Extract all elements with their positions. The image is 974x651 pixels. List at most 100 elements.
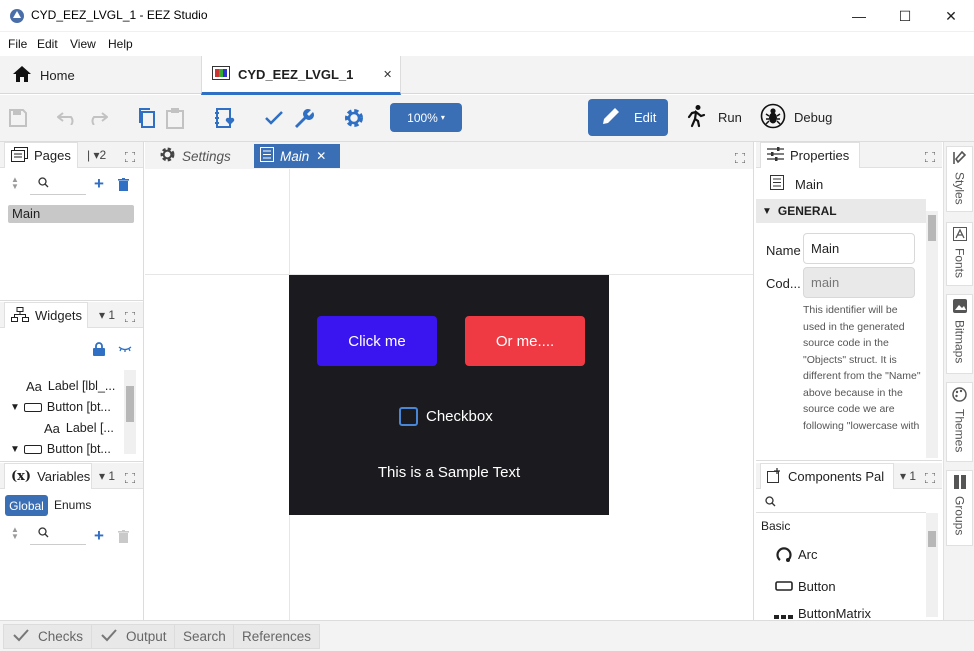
widgets-panel-tab[interactable]: Widgets [4, 302, 88, 328]
tab-settings-label: Settings [182, 148, 231, 164]
undo-icon[interactable] [57, 107, 79, 129]
page-item-main[interactable]: Main [8, 205, 134, 223]
button-matrix-icon [774, 606, 794, 620]
components-panel-tab[interactable]: Components Pal [760, 463, 894, 489]
name-field[interactable]: Main [803, 233, 915, 264]
sort-icon[interactable]: ▲ ▼ [8, 526, 22, 541]
tree-item-button[interactable]: ▼ Button [bt... [10, 439, 111, 456]
variable-x-icon: (x) [11, 469, 32, 484]
add-variable-icon[interactable]: + [92, 526, 106, 545]
menu-edit[interactable]: Edit [37, 37, 58, 51]
side-tab-fonts[interactable]: Fonts [946, 222, 973, 286]
edit-mode-button[interactable]: Edit [588, 99, 668, 136]
screen-button-click-me[interactable]: Click me [317, 316, 437, 366]
variables-search-input[interactable] [30, 544, 86, 545]
settings-gear-icon[interactable] [343, 107, 365, 129]
add-page-icon[interactable]: + [92, 174, 106, 193]
tab-project-close-icon[interactable]: ✕ [383, 68, 392, 81]
widgets-count-dropdown[interactable]: ▾ 1 [99, 308, 115, 322]
scrollbar-thumb[interactable] [126, 386, 134, 422]
tab-global[interactable]: Global [5, 495, 48, 516]
components-count-dropdown[interactable]: ▾ 1 [900, 469, 916, 483]
hidden-eye-icon[interactable] [118, 342, 132, 356]
tab-main[interactable]: Main ✕ [254, 144, 340, 168]
pages-panel-tab[interactable]: Pages [4, 142, 78, 168]
tab-home[interactable]: Home [0, 56, 200, 94]
code-identifier-field[interactable]: main [803, 267, 915, 298]
tab-main-close-icon[interactable]: ✕ [316, 149, 326, 163]
maximize-panel-icon[interactable] [124, 471, 136, 484]
scrollbar-thumb[interactable] [928, 215, 936, 241]
save-icon[interactable] [7, 107, 29, 129]
tree-item-text: Button [bt... [46, 442, 111, 456]
properties-scrollbar[interactable] [926, 211, 938, 458]
paste-icon[interactable] [164, 107, 186, 129]
minimize-button[interactable]: — [836, 0, 882, 32]
copy-icon[interactable] [136, 107, 158, 129]
general-section-label: GENERAL [777, 204, 837, 218]
zoom-dropdown[interactable]: 100% ▾ [390, 103, 462, 132]
components-scrollbar[interactable] [926, 513, 938, 617]
variables-count-dropdown[interactable]: ▾ 1 [99, 469, 115, 483]
side-tab-styles[interactable]: Styles [946, 146, 973, 212]
lvgl-screen[interactable]: Click me Or me.... Checkbox This is a Sa… [289, 275, 609, 515]
tree-item-label[interactable]: Aa Label [lbl_... [26, 376, 115, 396]
check-icon[interactable] [263, 107, 285, 129]
run-mode-button[interactable]: Run [682, 99, 752, 136]
menu-help[interactable]: Help [108, 37, 133, 51]
properties-panel-tab[interactable]: Properties [760, 142, 860, 168]
maximize-panel-icon[interactable] [124, 150, 136, 163]
component-arc[interactable]: Arc [774, 545, 818, 563]
tab-project[interactable]: CYD_EEZ_LVGL_1 ✕ [201, 56, 401, 95]
side-tab-themes[interactable]: Themes [946, 382, 973, 462]
tab-checks[interactable]: Checks [3, 624, 93, 649]
components-title: Components Pal [788, 469, 885, 484]
title-bar: CYD_EEZ_LVGL_1 - EEZ Studio — ☐ ✕ [0, 0, 974, 32]
tab-references[interactable]: References [233, 624, 321, 649]
build-wrench-icon[interactable] [292, 107, 314, 129]
page-canvas[interactable]: Click me Or me.... Checkbox This is a Sa… [145, 169, 753, 620]
menu-file[interactable]: File [8, 37, 27, 51]
tree-item-button[interactable]: ▼ Button [bt... [10, 397, 111, 417]
scrollbar-thumb[interactable] [928, 531, 936, 547]
chevron-down-icon[interactable]: ▼ [10, 402, 20, 413]
tree-item-label[interactable]: Aa Label [... [44, 418, 114, 438]
component-button[interactable]: Button [774, 577, 836, 595]
tab-enums[interactable]: Enums [54, 498, 91, 512]
pages-search-input[interactable] [30, 194, 86, 195]
screen-button-or-me[interactable]: Or me.... [465, 316, 585, 366]
delete-variable-icon[interactable] [116, 529, 130, 543]
maximize-panel-icon[interactable] [924, 471, 936, 484]
maximize-panel-icon[interactable] [734, 151, 746, 164]
maximize-panel-icon[interactable] [924, 150, 936, 163]
redo-icon[interactable] [86, 107, 108, 129]
variables-panel-tab[interactable]: (x) Variables [4, 463, 92, 489]
components-palette: Components Pal ▾ 1 Basic Arc Button Butt… [756, 463, 942, 620]
variables-search-row: ▲ ▼ + [0, 522, 143, 548]
sort-icon[interactable]: ▲ ▼ [8, 176, 22, 191]
maximize-panel-icon[interactable] [124, 310, 136, 323]
component-buttonmatrix[interactable]: ButtonMatrix [774, 606, 871, 620]
screen-checkbox[interactable]: Checkbox [399, 407, 493, 426]
chevron-down-icon[interactable]: ▼ [10, 444, 20, 455]
widgets-tree: Aa Label [lbl_... ▼ Button [bt... Aa Lab… [0, 368, 124, 457]
widgets-scrollbar[interactable] [124, 370, 136, 454]
debug-label: Debug [794, 110, 833, 125]
menu-view[interactable]: View [70, 37, 96, 51]
close-window-button[interactable]: ✕ [928, 0, 974, 32]
widget-library-icon[interactable] [214, 107, 236, 129]
delete-page-icon[interactable] [116, 177, 130, 191]
checkbox-box[interactable] [399, 407, 418, 426]
tab-settings[interactable]: Settings [153, 144, 237, 168]
components-search-input[interactable] [756, 512, 926, 513]
tab-search[interactable]: Search [174, 624, 235, 649]
lock-icon[interactable] [92, 342, 106, 356]
maximize-button[interactable]: ☐ [882, 0, 928, 32]
side-tab-bitmaps[interactable]: Bitmaps [946, 294, 973, 374]
tab-output[interactable]: Output [91, 624, 176, 649]
widgets-title: Widgets [35, 308, 82, 323]
pages-count-dropdown[interactable]: | ▾2 [87, 148, 106, 162]
general-section-header[interactable]: ▼ GENERAL [756, 199, 926, 223]
debug-mode-button[interactable]: Debug [760, 99, 850, 136]
side-tab-groups[interactable]: Groups [946, 470, 973, 546]
